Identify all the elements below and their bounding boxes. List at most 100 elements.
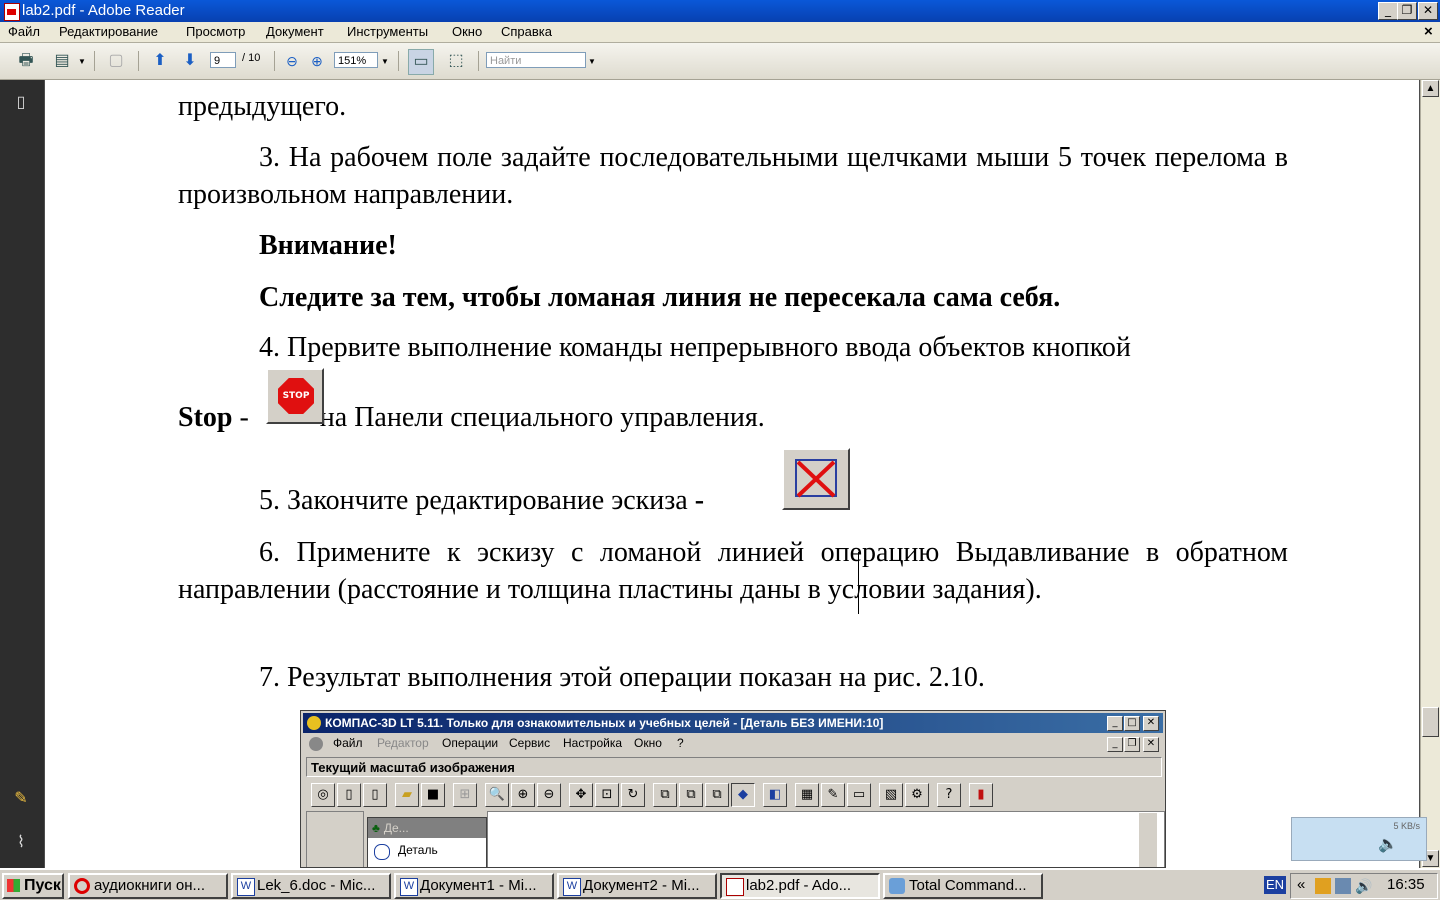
attention-heading: Внимание! xyxy=(259,230,397,261)
kompas-title-bar: КОМПАС-3D LT 5.11. Только для ознакомите… xyxy=(303,713,1163,733)
detail-icon xyxy=(374,844,390,860)
kompas-tool-icon: ✎ xyxy=(821,783,845,807)
fit-width-icon[interactable]: ▭ xyxy=(408,49,434,75)
menu-bar: Файл Редактирование Просмотр Документ Ин… xyxy=(0,22,1440,43)
close-button[interactable]: ✕ xyxy=(1418,2,1438,20)
pages-dropdown-icon[interactable]: ▼ xyxy=(78,57,86,66)
kompas-tree-panel: ♣ Де... Деталь xyxy=(367,817,487,867)
menu-file[interactable]: Файл xyxy=(8,24,40,40)
kompas-maximize-icon: □ xyxy=(1124,716,1140,731)
page-total: / 10 xyxy=(242,52,261,64)
attachments-panel-icon[interactable]: ⌇ xyxy=(10,832,32,854)
kompas-doc-restore-icon: ❐ xyxy=(1124,737,1140,752)
print-icon[interactable]: 🖶 xyxy=(14,49,38,73)
pdf-icon xyxy=(726,878,744,896)
kompas-tool-icon: ◧ xyxy=(763,783,787,807)
comment-icon[interactable]: ▢ xyxy=(104,49,128,73)
stop-label: Stop xyxy=(178,402,233,433)
kompas-tree-header: ♣ Де... xyxy=(368,818,486,838)
task-word-lek6[interactable]: W Lek_6.doc - Mic... xyxy=(231,873,391,899)
kompas-menu-editor: Редактор xyxy=(377,736,429,750)
paragraph-6: 6. Примените к эскизу с ломаной линией о… xyxy=(178,537,1288,605)
vertical-scrollbar[interactable]: ▲ ▼ xyxy=(1420,80,1440,868)
paragraph-4-line2: Stop - на Панели специального управления… xyxy=(178,399,1288,436)
title-bar: lab2.pdf - Adobe Reader _ ❐ ✕ xyxy=(0,0,1440,22)
menu-tools[interactable]: Инструменты xyxy=(347,24,428,40)
zoom-out-icon[interactable]: ⊖ xyxy=(280,49,304,73)
menu-edit[interactable]: Редактирование xyxy=(59,24,158,40)
fit-page-icon[interactable]: ⬚ xyxy=(444,49,468,73)
kompas-side-toolbar xyxy=(306,811,364,867)
kompas-doc-minimize-icon: _ xyxy=(1107,737,1123,752)
network-speed-widget: 5 KB/s 🔈 xyxy=(1291,817,1427,861)
task-word-doc1[interactable]: W Документ1 - Mi... xyxy=(394,873,554,899)
word-icon: W xyxy=(237,878,255,896)
kompas-tool-icon: ⧉ xyxy=(679,783,703,807)
task-label: Документ1 - Mi... xyxy=(420,877,537,894)
zoom-input[interactable]: 151% xyxy=(334,52,378,68)
page-number-input[interactable]: 9 xyxy=(210,52,236,68)
kompas-tree-title: Де... xyxy=(383,821,409,835)
toolbar-separator xyxy=(398,51,399,71)
comments-panel-icon[interactable]: ✎ xyxy=(10,788,32,810)
navigation-panel: ▯ ✎ ⌇ xyxy=(0,80,44,868)
kompas-menu-file: Файл xyxy=(333,736,363,750)
kompas-menu-help: ? xyxy=(677,736,684,750)
kompas-doc-icon xyxy=(309,737,323,751)
toolbar-separator xyxy=(274,51,275,71)
tray-app-icon[interactable] xyxy=(1315,878,1331,894)
kompas-tool-icon: ◎ xyxy=(311,783,335,807)
zoom-in-icon[interactable]: ⊕ xyxy=(305,49,329,73)
pages-icon[interactable]: ▤ xyxy=(50,49,74,73)
kompas-tool-icon: ⊕ xyxy=(511,783,535,807)
text-line-top: предыдущего. xyxy=(178,91,347,122)
search-input[interactable]: Найти xyxy=(486,52,586,68)
kompas-tool-icon: ▦ xyxy=(795,783,819,807)
document-close-button[interactable]: × xyxy=(1424,23,1433,40)
stop-dash: - xyxy=(232,402,256,433)
search-dropdown-icon[interactable]: ▼ xyxy=(588,57,596,66)
menu-view[interactable]: Просмотр xyxy=(186,24,245,40)
zoom-dropdown-icon[interactable]: ▼ xyxy=(381,57,389,66)
next-page-icon[interactable]: ⬇ xyxy=(178,49,202,73)
task-adobe-reader[interactable]: lab2.pdf - Ado... xyxy=(720,873,880,899)
scroll-up-arrow-icon[interactable]: ▲ xyxy=(1422,80,1439,97)
kompas-tool-icon: ↻ xyxy=(621,783,645,807)
menu-help[interactable]: Справка xyxy=(501,24,552,40)
total-commander-icon xyxy=(889,878,905,894)
task-word-doc2[interactable]: W Документ2 - Mi... xyxy=(557,873,717,899)
opera-icon xyxy=(74,878,90,894)
text-cursor xyxy=(858,552,859,614)
tray-expand-button[interactable]: « xyxy=(1297,876,1305,893)
menu-window[interactable]: Окно xyxy=(452,24,482,40)
kompas-tool-icon: ■ xyxy=(421,783,445,807)
restore-button[interactable]: ❐ xyxy=(1397,2,1417,20)
kompas-tool-icon: ▮ xyxy=(969,783,993,807)
network-icon[interactable] xyxy=(1335,878,1351,894)
kompas-screenshot: КОМПАС-3D LT 5.11. Только для ознакомите… xyxy=(300,710,1166,868)
scroll-thumb[interactable] xyxy=(1422,707,1439,737)
kompas-tool-icon: ⊞ xyxy=(453,783,477,807)
pages-panel-icon[interactable]: ▯ xyxy=(10,92,32,114)
volume-icon[interactable]: 🔊 xyxy=(1355,878,1372,895)
kompas-menu-settings: Настройка xyxy=(563,736,623,750)
kompas-tool-icon: ⚙ xyxy=(905,783,929,807)
kompas-tool-icon: ◆ xyxy=(731,783,755,807)
start-button[interactable]: Пуск xyxy=(2,873,64,899)
task-opera[interactable]: аудиокниги он... xyxy=(68,873,228,899)
kompas-tool-icon: ▯ xyxy=(363,783,387,807)
task-total-commander[interactable]: Total Command... xyxy=(883,873,1043,899)
clock: 16:35 xyxy=(1387,876,1425,893)
kompas-tool-icon: ⊡ xyxy=(595,783,619,807)
menu-document[interactable]: Документ xyxy=(266,24,324,40)
kompas-tool-icon: ▧ xyxy=(879,783,903,807)
minimize-button[interactable]: _ xyxy=(1378,2,1398,20)
paragraph-5-text: 5. Закончите редактирование эскиза xyxy=(259,485,688,516)
previous-page-icon[interactable]: ⬆ xyxy=(148,49,172,73)
speaker-icon: 🔈 xyxy=(1378,836,1398,853)
toolbar-separator xyxy=(94,51,95,71)
paragraph-5: 5. Закончите редактирование эскиза - . xyxy=(178,482,1288,519)
windows-logo-icon xyxy=(7,879,20,892)
language-indicator[interactable]: EN xyxy=(1264,876,1286,894)
kompas-tool-icon: ✥ xyxy=(569,783,593,807)
